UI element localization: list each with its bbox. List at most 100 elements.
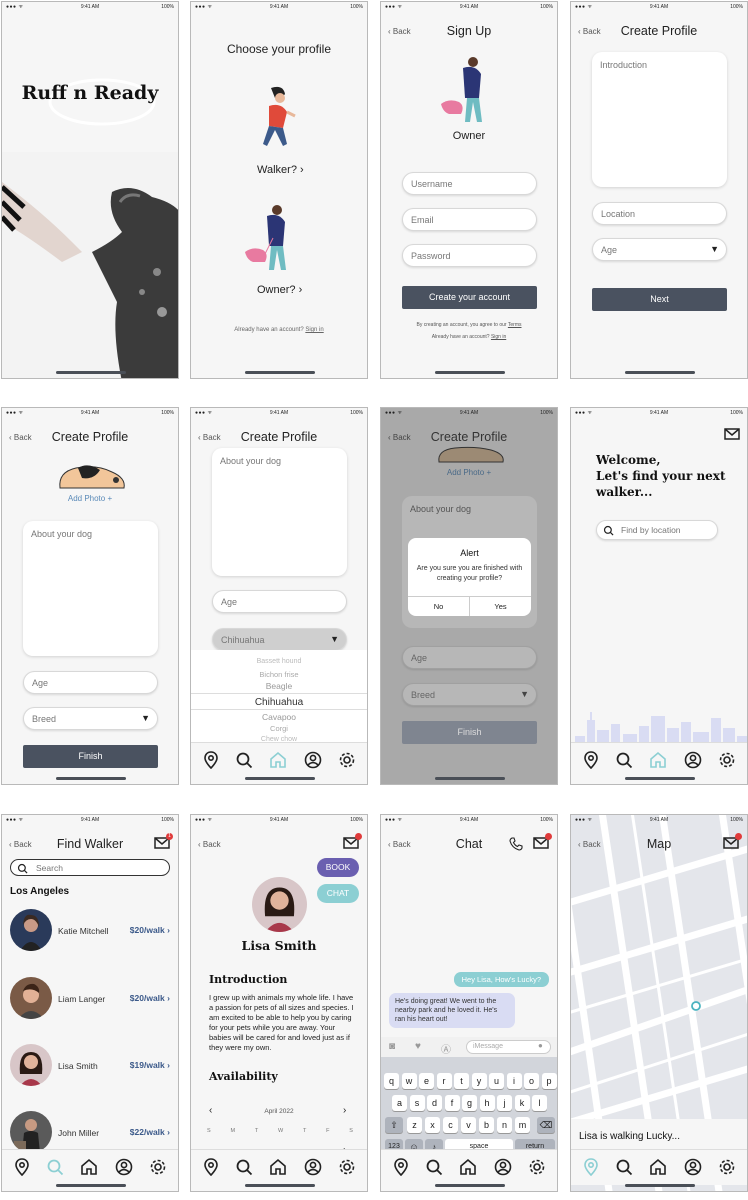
search-icon[interactable] (615, 1158, 633, 1176)
search-input[interactable]: Search (10, 859, 170, 876)
add-photo-link[interactable]: Add Photo + (2, 494, 178, 503)
key[interactable]: c (443, 1117, 458, 1133)
search-icon[interactable] (235, 1158, 253, 1176)
key[interactable]: r (436, 1073, 452, 1089)
back-button[interactable]: ‹ Back (198, 840, 221, 849)
picker-item[interactable]: Corgi (191, 724, 367, 733)
profile-icon[interactable] (115, 1158, 133, 1176)
alert-yes-button[interactable]: Yes (470, 597, 531, 616)
key[interactable]: o (524, 1073, 539, 1089)
key[interactable]: s (409, 1095, 425, 1111)
book-button[interactable]: BOOK (317, 858, 359, 877)
home-icon[interactable] (649, 1158, 667, 1176)
breed-select[interactable]: Chihuahua ▼ (212, 628, 347, 651)
key[interactable]: x (425, 1117, 440, 1133)
age-field[interactable]: Age (23, 671, 158, 694)
camera-icon[interactable]: ◙ (389, 1041, 395, 1052)
gear-icon[interactable] (528, 1158, 546, 1176)
alert-no-button[interactable]: No (408, 597, 470, 616)
apps-icon[interactable]: ♥ (415, 1041, 421, 1052)
picker-item[interactable]: Bassett hound (191, 658, 367, 665)
search-icon[interactable] (615, 751, 633, 769)
search-icon[interactable] (425, 1158, 443, 1176)
about-dog-field[interactable]: About your dog (212, 448, 347, 576)
profile-icon[interactable] (684, 1158, 702, 1176)
location-field[interactable]: Location (592, 202, 727, 225)
finish-button[interactable]: Finish (23, 745, 158, 768)
profile-icon[interactable] (494, 1158, 512, 1176)
appstore-icon[interactable]: Ⓐ (441, 1041, 451, 1056)
gear-icon[interactable] (149, 1158, 167, 1176)
breed-select[interactable]: Breed ▼ (402, 683, 537, 706)
key[interactable]: p (541, 1073, 557, 1089)
mic-icon[interactable]: ● (538, 1041, 543, 1050)
picker-selected[interactable]: Chihuahua (191, 693, 367, 710)
add-photo-link[interactable]: Add Photo + (381, 468, 557, 477)
introduction-field[interactable]: Introduction (592, 52, 727, 187)
key[interactable]: k (514, 1095, 530, 1111)
chat-button[interactable]: CHAT (317, 884, 359, 903)
walker-row[interactable]: Liam Langer $20/walk › (2, 973, 178, 1033)
owner-option[interactable]: Owner? › (257, 284, 302, 296)
key[interactable]: f (444, 1095, 460, 1111)
gear-icon[interactable] (718, 751, 736, 769)
shift-key[interactable]: ⇧ (385, 1117, 403, 1133)
location-pin-icon[interactable] (202, 751, 220, 769)
breed-picker[interactable]: Bassett hound Bichon frise Beagle Chihua… (191, 650, 367, 748)
home-icon[interactable] (269, 1158, 287, 1176)
create-account-button[interactable]: Create your account (402, 286, 537, 309)
key[interactable]: w (401, 1073, 417, 1089)
location-pin-icon[interactable] (202, 1158, 220, 1176)
key[interactable]: j (497, 1095, 512, 1111)
sign-in-link[interactable]: Sign in (491, 334, 506, 340)
location-pin-icon[interactable] (582, 1158, 600, 1176)
location-pin-icon[interactable] (392, 1158, 410, 1176)
age-field[interactable]: Age (212, 590, 347, 613)
key[interactable]: b (479, 1117, 494, 1133)
search-icon[interactable] (46, 1158, 64, 1176)
profile-icon[interactable] (684, 751, 702, 769)
next-button[interactable]: Next (592, 288, 727, 311)
breed-select[interactable]: Breed ▼ (23, 707, 158, 730)
key[interactable]: l (532, 1095, 547, 1111)
key[interactable]: a (392, 1095, 407, 1111)
key[interactable]: n (497, 1117, 512, 1133)
email-field[interactable]: Email (402, 208, 537, 231)
age-select[interactable]: Age ▼ (592, 238, 727, 261)
location-pin-icon[interactable] (582, 751, 600, 769)
walker-row[interactable]: Katie Mitchell $20/walk › (2, 905, 178, 965)
key[interactable]: y (471, 1073, 487, 1089)
sign-in-link[interactable]: Sign in (305, 327, 323, 333)
home-icon[interactable] (649, 751, 667, 769)
gear-icon[interactable] (338, 751, 356, 769)
search-icon[interactable] (235, 751, 253, 769)
about-dog-field[interactable]: About your dog (23, 521, 158, 656)
home-icon[interactable] (80, 1158, 98, 1176)
phone-icon[interactable] (509, 837, 523, 851)
location-pin-icon[interactable] (13, 1158, 31, 1176)
gear-icon[interactable] (718, 1158, 736, 1176)
picker-item[interactable]: Bichon frise (191, 670, 367, 679)
picker-item[interactable]: Cavapoo (191, 712, 367, 722)
key[interactable]: i (506, 1073, 522, 1089)
home-icon[interactable] (269, 751, 287, 769)
key[interactable]: e (419, 1073, 434, 1089)
calendar-next-icon[interactable]: › (343, 1105, 346, 1116)
walker-row[interactable]: Lisa Smith $19/walk › (2, 1040, 178, 1100)
terms-link[interactable]: Terms (508, 322, 522, 328)
key[interactable]: t (454, 1073, 469, 1089)
key[interactable]: h (479, 1095, 495, 1111)
picker-item[interactable]: Beagle (191, 681, 367, 691)
key[interactable]: v (461, 1117, 476, 1133)
key[interactable]: d (427, 1095, 442, 1111)
delete-key[interactable]: ⌫ (537, 1117, 555, 1133)
key[interactable]: q (384, 1073, 399, 1089)
location-search-input[interactable]: Find by location (596, 520, 718, 540)
mail-icon[interactable] (724, 428, 740, 440)
age-field[interactable]: Age (402, 646, 537, 669)
profile-icon[interactable] (304, 1158, 322, 1176)
key[interactable]: g (462, 1095, 477, 1111)
finish-button[interactable]: Finish (402, 721, 537, 744)
profile-icon[interactable] (304, 751, 322, 769)
key[interactable]: z (407, 1117, 422, 1133)
